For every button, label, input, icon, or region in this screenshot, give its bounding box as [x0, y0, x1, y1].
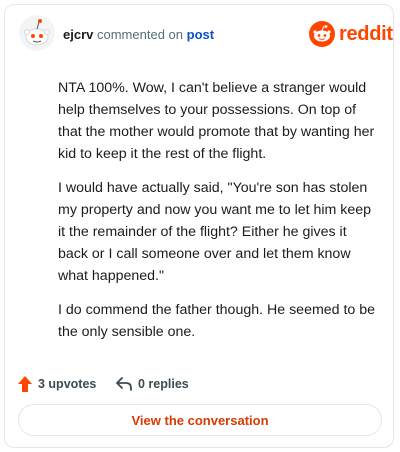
comment-paragraph: I do commend the father though. He seeme…	[58, 302, 376, 340]
reply-button[interactable]: 0 replies	[115, 371, 189, 397]
snoo-avatar-icon	[19, 15, 55, 51]
commented-on-text: commented on	[97, 27, 183, 42]
reddit-wordmark: reddit	[339, 22, 393, 45]
upvote-button[interactable]: 3 upvotes	[17, 371, 96, 397]
comment-paragraph: NTA 100%. Wow, I can't believe a strange…	[58, 80, 375, 162]
comment-actions: 3 upvotes 0 replies	[5, 371, 393, 397]
avatar[interactable]	[19, 15, 55, 51]
reddit-logo-icon	[309, 21, 335, 47]
reddit-logo[interactable]: reddit	[309, 21, 393, 47]
upvote-count: 3 upvotes	[38, 377, 97, 391]
upvote-arrow-icon	[18, 376, 32, 392]
post-link[interactable]: post	[187, 27, 214, 42]
comment-paragraph: I would have actually said, "You're son …	[58, 180, 372, 284]
reply-count: 0 replies	[138, 377, 189, 391]
comment-body: NTA 100%. Wow, I can't believe a strange…	[58, 77, 376, 355]
comment-header: ejcrv commented on post reddit	[5, 5, 393, 65]
view-conversation-button[interactable]: View the conversation	[18, 404, 382, 436]
byline: ejcrv commented on post	[63, 27, 214, 43]
comment-card: ejcrv commented on post reddit NTA 100%.…	[4, 4, 394, 448]
reply-arrow-icon	[116, 377, 132, 391]
username-link[interactable]: ejcrv	[63, 27, 93, 42]
